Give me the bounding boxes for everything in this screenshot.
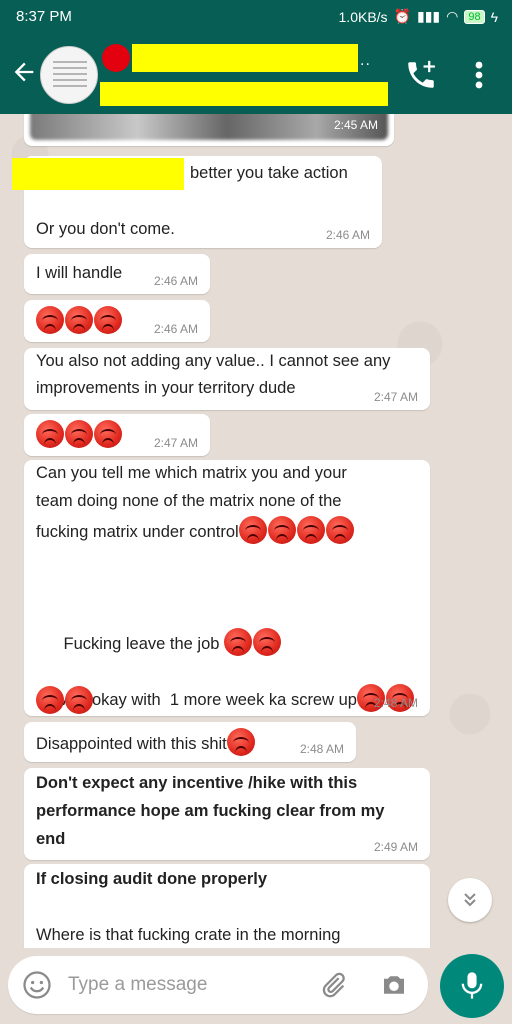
angry-face-icon: [94, 306, 122, 334]
angry-face-icon: [94, 420, 122, 448]
message-list[interactable]: 2:45 AM better you take action Or you do…: [0, 114, 512, 948]
alarm-icon: ⏰: [393, 8, 411, 24]
scroll-to-bottom-button[interactable]: [448, 878, 492, 922]
status-bar: 8:37 PM 1.0KB/s ⏰ ▮▮▮ ◠ 98 ϟ: [0, 0, 512, 34]
message-bubble[interactable]: Can you tell me which matrix you and you…: [24, 460, 430, 716]
message-bubble[interactable]: Disappointed with this shit 2:48 AM: [24, 722, 356, 762]
message-time: 2:46 AM: [325, 228, 370, 242]
image-message[interactable]: 2:45 AM: [24, 114, 394, 146]
angry-face-icon: [36, 420, 64, 448]
message-line: Disappointed with this shit: [36, 728, 256, 759]
message-bubble[interactable]: 2:46 AM: [24, 300, 210, 342]
message-time: 2:49 AM: [373, 840, 418, 854]
message-text: Disappointed with this shit: [36, 735, 227, 753]
angry-face-icon: [267, 516, 296, 544]
emoji-row: [36, 306, 123, 337]
wifi-icon: ◠: [446, 8, 459, 24]
message-time: 2:47 AM: [373, 390, 418, 404]
emoji-row: [36, 686, 94, 717]
message-text: Am okay with 1 more week ka screw up: [62, 690, 357, 709]
message-text: I will handle: [36, 264, 123, 282]
message-time: 2:47 AM: [153, 436, 198, 450]
avatar[interactable]: [40, 46, 98, 104]
angry-face-icon: [325, 516, 354, 544]
angry-face-icon: [36, 306, 64, 334]
message-input[interactable]: Type a message: [8, 956, 428, 1014]
camera-icon[interactable]: [378, 970, 410, 1000]
message-text: better you take action: [190, 164, 348, 182]
message-input-placeholder[interactable]: Type a message: [68, 974, 207, 996]
emoji-icon[interactable]: [22, 970, 52, 1000]
message-text: team doing none of the matrix none of th…: [36, 492, 342, 510]
emoji-row: [36, 420, 123, 451]
angry-face-icon: [65, 306, 93, 334]
message-text: Or you don't come.: [36, 220, 175, 238]
angry-face-icon: [65, 686, 93, 714]
voice-record-button[interactable]: [440, 954, 504, 1018]
message-time: 2:48 AM: [373, 696, 418, 710]
composer: Type a message: [0, 948, 512, 1024]
message-time: 2:48 AM: [299, 742, 344, 756]
chat-header: ..: [0, 34, 512, 114]
attach-icon[interactable]: [318, 970, 348, 1000]
message-text: Can you tell me which matrix you and you…: [36, 464, 347, 482]
message-bubble[interactable]: I will handle 2:46 AM: [24, 254, 210, 294]
back-arrow-icon[interactable]: [10, 58, 38, 86]
double-chevron-down-icon: [464, 893, 476, 907]
angry-face-icon: [224, 627, 253, 656]
message-time: 2:46 AM: [153, 274, 198, 288]
message-line: fucking matrix under control: [36, 516, 355, 547]
message-bubble[interactable]: Don't expect any incentive /hike with th…: [24, 768, 430, 860]
message-text: Don't expect any incentive /hike with th…: [36, 774, 358, 792]
message-text: improvements in your territory dude: [36, 379, 296, 397]
status-time: 8:37 PM: [16, 8, 72, 25]
message-text: You also not adding any value.. I cannot…: [36, 352, 391, 370]
message-time: 2:45 AM: [333, 118, 378, 132]
text-redaction: [12, 158, 184, 190]
microphone-icon: [461, 972, 483, 999]
network-speed: 1.0KB/s: [338, 8, 388, 25]
battery-icon: 98: [464, 9, 485, 24]
angry-face-icon: [36, 686, 64, 714]
angry-face-icon: [65, 420, 93, 448]
angry-face-icon: [253, 627, 282, 656]
message-text: Fucking leave the job: [63, 634, 225, 653]
contact-red-marker: [102, 44, 130, 72]
status-icons: 1.0KB/s ⏰ ▮▮▮ ◠ 98 ϟ: [339, 8, 498, 25]
add-call-icon[interactable]: [404, 58, 438, 92]
message-bubble[interactable]: If closing audit done properly Where is …: [24, 864, 430, 948]
contact-status-redaction[interactable]: [100, 82, 388, 106]
message-time: 2:46 AM: [153, 322, 198, 336]
message-text: If closing audit done properly: [36, 870, 268, 888]
message-text: end: [36, 830, 66, 848]
contact-name-redaction[interactable]: [132, 44, 358, 72]
signal-icon: ▮▮▮: [416, 8, 441, 24]
message-bubble[interactable]: 2:47 AM: [24, 414, 210, 456]
message-text: fucking matrix under control: [36, 523, 239, 541]
charging-icon: ϟ: [490, 8, 498, 25]
message-text: performance hope am fucking clear from m…: [36, 802, 385, 820]
more-options-icon[interactable]: [470, 58, 488, 92]
message-text: Where is that fucking crate in the morni…: [36, 926, 341, 944]
message-bubble[interactable]: You also not adding any value.. I cannot…: [24, 348, 430, 410]
contact-name-suffix: ..: [360, 52, 371, 69]
angry-face-icon: [238, 516, 267, 544]
angry-face-icon: [226, 728, 255, 756]
angry-face-icon: [296, 516, 325, 544]
